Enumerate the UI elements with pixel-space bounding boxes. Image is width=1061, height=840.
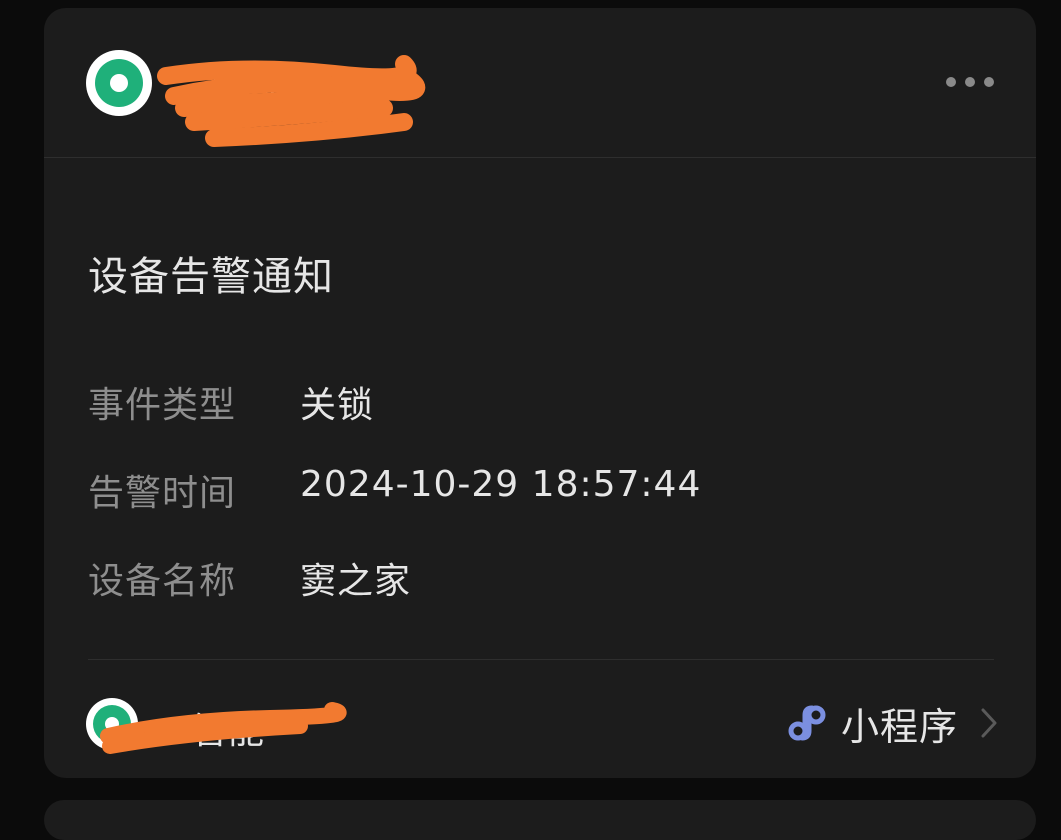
redaction-scribble — [157, 55, 426, 147]
mini-program-link[interactable]: 小程序 — [785, 698, 998, 749]
more-dot — [984, 77, 994, 87]
more-dot — [946, 77, 956, 87]
field-label: 事件类型 — [88, 385, 237, 426]
mini-program-label: 小程序 — [840, 704, 958, 749]
link-icon — [788, 705, 826, 741]
notification-title: 设备告警通知 — [88, 254, 334, 300]
field-value: 2024-10-29 18:57:44 — [300, 464, 702, 505]
next-card-edge — [44, 800, 1036, 840]
field-label: 设备名称 — [88, 561, 237, 602]
field-event-type: 事件类型 关锁 — [88, 376, 374, 428]
field-device-name: 设备名称 窦之家 — [88, 552, 411, 604]
account-logo-icon[interactable] — [86, 50, 152, 116]
footer-divider — [88, 659, 994, 660]
header-divider — [44, 157, 1036, 158]
field-alarm-time: 告警时间 2024-10-29 18:57:44 — [88, 464, 701, 516]
card-header: …智能 — [44, 8, 1036, 158]
field-value: 窦之家 — [300, 561, 412, 602]
field-value: 关锁 — [300, 385, 375, 426]
redaction-scribble — [100, 702, 347, 754]
field-label: 告警时间 — [88, 473, 237, 514]
more-options-button[interactable] — [946, 72, 994, 92]
notification-card[interactable]: …智能 设备告警通知 事件类型 关锁 告警时间 2024-10-29 18:57… — [44, 8, 1036, 778]
more-dot — [965, 77, 975, 87]
chevron-right-icon — [981, 708, 997, 738]
card-footer[interactable]: …智能 小程序 — [44, 668, 1036, 778]
